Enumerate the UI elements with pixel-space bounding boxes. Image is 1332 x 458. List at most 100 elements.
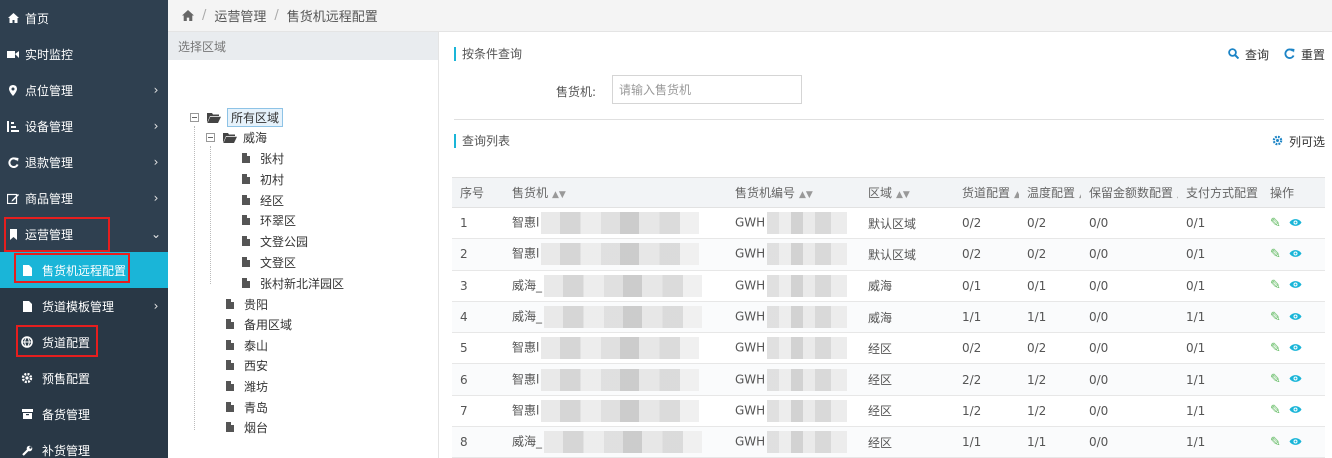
cell-machine-code: GWH <box>727 270 860 302</box>
sidebar-subitem-label: 货道配置 <box>42 335 91 350</box>
edit-icon[interactable]: ✎ <box>1270 247 1281 262</box>
table-row: 1 智惠l GWH 默认区域 0/2 0/2 0/0 0/1 ✎ <box>452 207 1325 240</box>
column-header[interactable]: 支付方式配置▲▼ <box>1178 177 1262 208</box>
cell-vending-machine: 智惠l <box>504 395 727 428</box>
cell-channel-config: 2/2 <box>954 363 1019 396</box>
cell-reserve-config: 0/0 <box>1081 270 1178 302</box>
redacted-mosaic <box>767 337 848 360</box>
tree-node-label: 泰山 <box>244 338 269 353</box>
file-icon <box>226 422 234 432</box>
column-select-button[interactable]: 列可选 <box>1272 133 1325 150</box>
cell-payment-config: 0/1 <box>1178 207 1262 240</box>
sort-icon <box>6 119 20 133</box>
edit-icon[interactable]: ✎ <box>1270 278 1281 293</box>
search-button[interactable]: 查询 <box>1228 46 1269 63</box>
sidebar-item-home[interactable]: 首页 <box>0 0 168 36</box>
tree-node-leaf[interactable]: 备用区域 <box>226 314 292 334</box>
tree-node-label: 环翠区 <box>260 213 297 228</box>
eye-icon[interactable] <box>1289 435 1302 450</box>
eye-icon[interactable] <box>1289 216 1302 231</box>
tree-node-leaf[interactable]: 潍坊 <box>226 376 268 396</box>
cell-actions: ✎ <box>1262 332 1325 365</box>
cell-payment-config: 1/1 <box>1178 301 1262 334</box>
gear-icon <box>20 371 34 385</box>
sidebar-item-goods[interactable]: 商品管理 › <box>0 180 168 216</box>
tree-node-weihai[interactable]: 威海 <box>206 127 267 147</box>
sidebar-item-refund[interactable]: 退款管理 › <box>0 144 168 180</box>
tree-node-leaf[interactable]: 张村新北洋园区 <box>242 273 344 293</box>
reset-button[interactable]: 重置 <box>1284 46 1325 63</box>
sidebar-item-monitor[interactable]: 实时监控 <box>0 36 168 72</box>
results-table: 序号 售货机▲▼ 售货机编号▲▼ 区域▲▼ 货道配置▲▼ 温度配置▲▼ 保留金额… <box>452 177 1325 458</box>
edit-icon[interactable]: ✎ <box>1270 403 1281 418</box>
home-icon <box>6 11 20 25</box>
file-icon <box>226 340 234 350</box>
cell-vending-machine: 威海_ <box>504 270 727 302</box>
tree-node-leaf[interactable]: 青岛 <box>226 397 268 417</box>
cell-index: 7 <box>452 395 504 428</box>
edit-icon[interactable]: ✎ <box>1270 372 1281 387</box>
vending-machine-input[interactable] <box>612 75 802 104</box>
tree-node-root[interactable]: 所有区域 <box>190 107 284 127</box>
cell-machine-code: GWH <box>727 207 860 240</box>
eye-icon[interactable] <box>1289 310 1302 325</box>
tree-node-leaf[interactable]: 经区 <box>242 190 284 210</box>
bookmark-icon <box>6 227 20 241</box>
edit-icon[interactable]: ✎ <box>1270 435 1281 450</box>
sidebar: 首页 实时监控 点位管理 › 设备管理 › 退款管理 › 商品管理 › 运营管理… <box>0 0 168 458</box>
cell-region: 默认区域 <box>860 238 954 271</box>
sidebar-item-points[interactable]: 点位管理 › <box>0 72 168 108</box>
sidebar-subitem-label: 售货机远程配置 <box>42 263 127 278</box>
tree-node-leaf[interactable]: 烟台 <box>226 417 268 437</box>
home-icon[interactable] <box>182 10 194 21</box>
eye-icon[interactable] <box>1289 278 1302 293</box>
sidebar-subitem-replenish[interactable]: 补货管理 <box>0 432 168 458</box>
collapse-toggle-icon[interactable] <box>206 132 215 142</box>
edit-icon[interactable]: ✎ <box>1270 216 1281 231</box>
tree-node-leaf[interactable]: 张村 <box>242 148 284 168</box>
tree-node-leaf[interactable]: 文登公园 <box>242 231 308 251</box>
cell-vending-machine: 威海_ <box>504 426 727 458</box>
tree-node-label: 所有区域 <box>227 107 284 127</box>
cell-payment-config: 1/1 <box>1178 426 1262 458</box>
sidebar-item-operations[interactable]: 运营管理 ⌄ <box>0 216 168 252</box>
cell-channel-config: 1/1 <box>954 426 1019 458</box>
tree-node-leaf[interactable]: 文登区 <box>242 252 296 272</box>
wrench-icon <box>20 443 34 457</box>
column-header[interactable]: 售货机编号 ▲▼ <box>727 177 860 208</box>
eye-icon[interactable] <box>1289 372 1302 387</box>
cell-temperature-config: 1/2 <box>1019 363 1081 396</box>
video-camera-icon <box>6 47 20 61</box>
query-section-title: 按条件查询 <box>454 47 522 61</box>
column-header[interactable]: 温度配置▲▼ <box>1019 177 1081 208</box>
breadcrumb-item[interactable]: 运营管理 <box>214 6 266 25</box>
sidebar-subitem-remote-config[interactable]: 售货机远程配置 <box>0 252 168 288</box>
edit-icon[interactable]: ✎ <box>1270 310 1281 325</box>
column-header[interactable]: 保留金额数配置▲▼ <box>1081 177 1178 208</box>
sidebar-item-devices[interactable]: 设备管理 › <box>0 108 168 144</box>
column-header[interactable]: 区域 ▲▼ <box>860 177 954 208</box>
cell-channel-config: 0/2 <box>954 332 1019 365</box>
cell-vending-machine: 智惠l <box>504 238 727 271</box>
eye-icon[interactable] <box>1289 341 1302 356</box>
tree-node-leaf[interactable]: 贵阳 <box>226 294 268 314</box>
tree-node-leaf[interactable]: 初村 <box>242 169 284 189</box>
eye-icon[interactable] <box>1289 403 1302 418</box>
column-header[interactable]: 货道配置▲▼ <box>954 177 1019 208</box>
sidebar-subitem-channel-config[interactable]: 货道配置 <box>0 324 168 360</box>
tree-node-leaf[interactable]: 泰山 <box>226 335 268 355</box>
edit-icon[interactable]: ✎ <box>1270 341 1281 356</box>
tree-node-label: 烟台 <box>244 420 269 435</box>
eye-icon[interactable] <box>1289 247 1302 262</box>
tree-node-leaf[interactable]: 西安 <box>226 355 268 375</box>
sidebar-subitem-presale[interactable]: 预售配置 <box>0 360 168 396</box>
cell-actions: ✎ <box>1262 238 1325 271</box>
tree-node-leaf[interactable]: 环翠区 <box>242 210 296 230</box>
sidebar-subitem-stocking[interactable]: 备货管理 <box>0 396 168 432</box>
sidebar-subitem-channel-template[interactable]: 货道模板管理 › <box>0 288 168 324</box>
file-icon <box>226 402 234 412</box>
column-header[interactable]: 售货机 ▲▼ <box>504 177 727 208</box>
cell-payment-config: 0/1 <box>1178 332 1262 365</box>
redacted-mosaic <box>767 274 848 297</box>
collapse-toggle-icon[interactable] <box>190 112 199 122</box>
